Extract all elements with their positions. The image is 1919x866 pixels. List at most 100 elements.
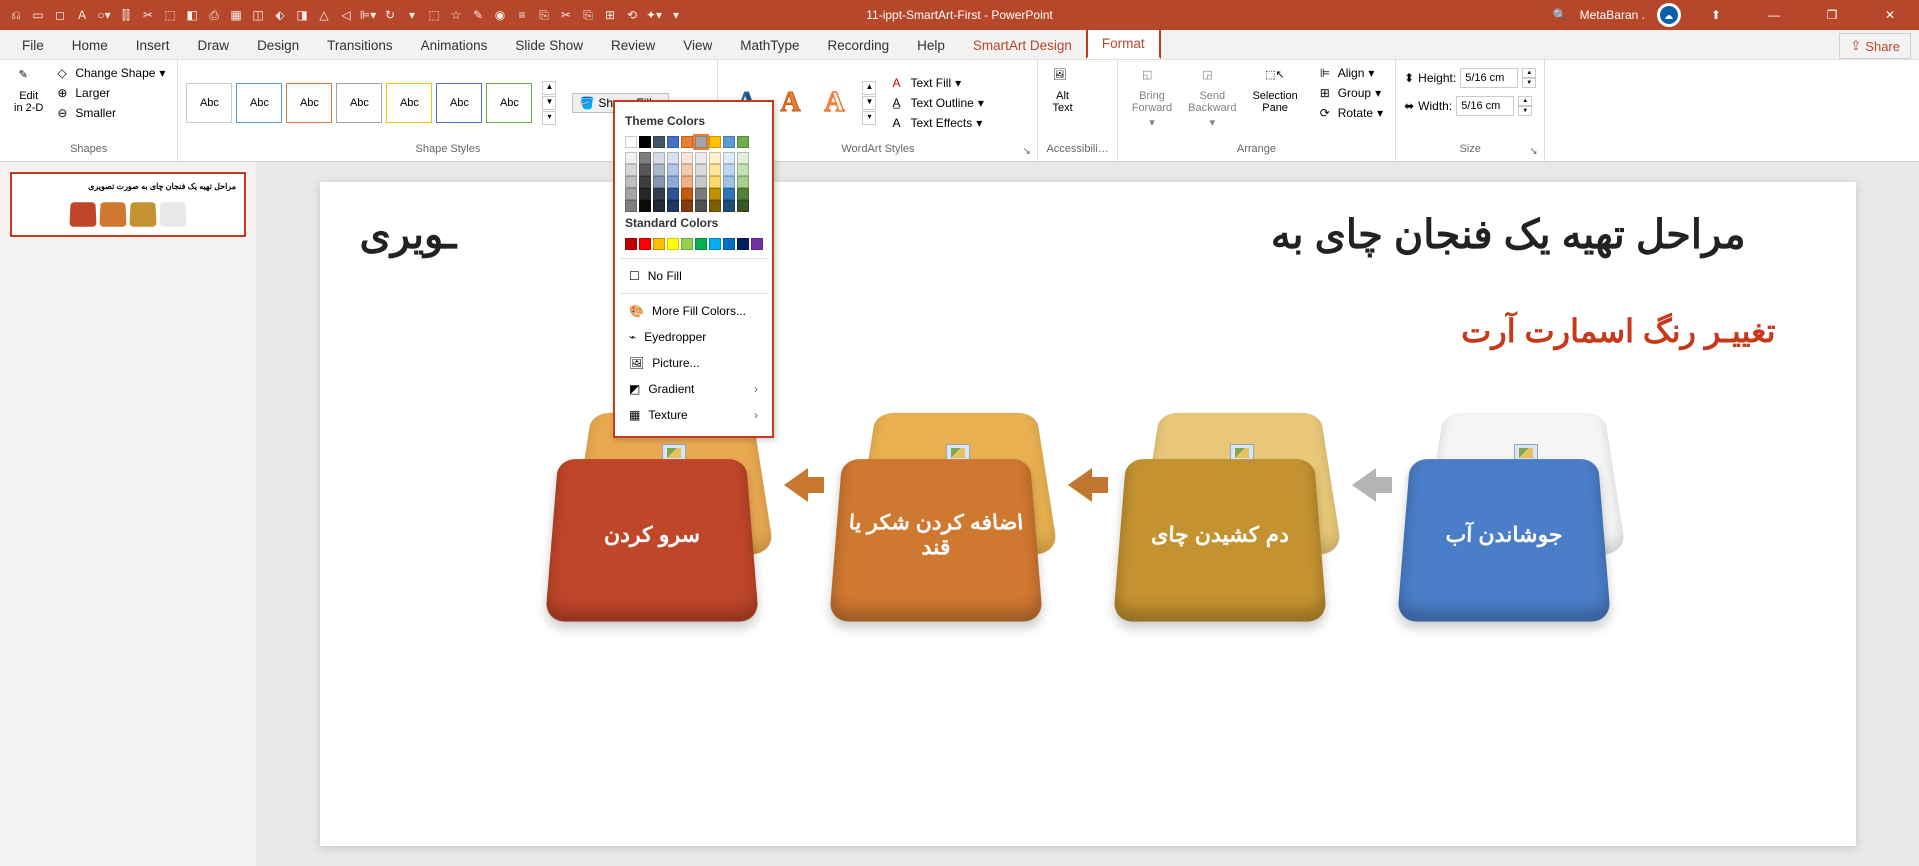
color-swatch[interactable] bbox=[737, 164, 749, 176]
larger-button[interactable]: ⊕Larger bbox=[53, 84, 169, 102]
shape-style-item[interactable]: Abc bbox=[236, 83, 282, 123]
qat-icon[interactable]: ▾ bbox=[404, 7, 420, 23]
gallery-down-icon[interactable]: ▼ bbox=[542, 96, 556, 110]
text-outline-button[interactable]: A̲Text Outline ▾ bbox=[888, 94, 987, 112]
wordart-style-item[interactable]: A bbox=[770, 83, 810, 123]
search-icon[interactable]: 🔍 bbox=[1553, 8, 1568, 22]
spinner-down[interactable]: ▼ bbox=[1518, 106, 1532, 116]
qat-icon[interactable]: ○▾ bbox=[96, 7, 112, 23]
color-swatch[interactable] bbox=[625, 200, 637, 212]
qat-icon[interactable]: ◧ bbox=[184, 7, 200, 23]
smartart-step[interactable]: اضافه کردن شکر یا قند bbox=[806, 390, 1086, 640]
color-swatch[interactable] bbox=[681, 176, 693, 188]
color-swatch[interactable] bbox=[639, 176, 651, 188]
shape-style-item[interactable]: Abc bbox=[436, 83, 482, 123]
qat-icon[interactable]: ◻ bbox=[52, 7, 68, 23]
color-swatch[interactable] bbox=[667, 152, 679, 164]
change-shape-button[interactable]: ◇Change Shape ▾ bbox=[53, 64, 169, 82]
qat-icon[interactable]: ▭ bbox=[30, 7, 46, 23]
alt-text-button[interactable]: 🖼 Alt Text bbox=[1046, 64, 1078, 141]
qat-icon[interactable]: ⬚ bbox=[426, 7, 442, 23]
color-swatch[interactable] bbox=[723, 152, 735, 164]
color-swatch[interactable] bbox=[625, 188, 637, 200]
qat-icon[interactable]: ⎘ bbox=[536, 7, 552, 23]
slide[interactable]: ـویری مراحل تهیه یک فنجان چای به تغییـر … bbox=[320, 182, 1856, 846]
dialog-launcher-icon[interactable]: ↘ bbox=[1529, 146, 1542, 159]
color-swatch[interactable] bbox=[639, 164, 651, 176]
color-swatch[interactable] bbox=[653, 176, 665, 188]
tab-design[interactable]: Design bbox=[243, 32, 313, 59]
qat-icon[interactable]: △ bbox=[316, 7, 332, 23]
rotate-button[interactable]: ⟳Rotate ▾ bbox=[1316, 104, 1387, 122]
color-swatch[interactable] bbox=[709, 152, 721, 164]
spinner-up[interactable]: ▲ bbox=[1522, 68, 1536, 78]
color-swatch[interactable] bbox=[695, 176, 707, 188]
smaller-button[interactable]: ⊖Smaller bbox=[53, 104, 169, 122]
slide-thumbnail[interactable]: 1 مراحل تهیه یک فنجان چای به صورت تصویری bbox=[10, 172, 246, 237]
tab-file[interactable]: File bbox=[8, 32, 58, 59]
qat-icon[interactable]: ⟲ bbox=[624, 7, 640, 23]
tab-animations[interactable]: Animations bbox=[407, 32, 502, 59]
color-swatch[interactable] bbox=[723, 136, 735, 148]
color-swatch[interactable] bbox=[667, 238, 679, 250]
color-swatch[interactable] bbox=[695, 152, 707, 164]
qat-icon[interactable]: ⫿⫿ bbox=[118, 7, 134, 23]
tab-smartart-design[interactable]: SmartArt Design bbox=[959, 32, 1086, 59]
qat-icon[interactable]: ⎙ bbox=[206, 7, 222, 23]
color-swatch[interactable] bbox=[723, 164, 735, 176]
qat-icon[interactable]: ✂ bbox=[558, 7, 574, 23]
color-swatch[interactable] bbox=[653, 200, 665, 212]
color-swatch[interactable] bbox=[681, 164, 693, 176]
color-swatch[interactable] bbox=[667, 200, 679, 212]
tab-format[interactable]: Format bbox=[1086, 28, 1161, 59]
shape-style-item[interactable]: Abc bbox=[186, 83, 232, 123]
color-swatch[interactable] bbox=[639, 238, 651, 250]
color-swatch[interactable] bbox=[667, 176, 679, 188]
shape-style-item[interactable]: Abc bbox=[386, 83, 432, 123]
spinner-down[interactable]: ▼ bbox=[1522, 78, 1536, 88]
qat-icon[interactable]: ⊫▾ bbox=[360, 7, 376, 23]
spinner-up[interactable]: ▲ bbox=[1518, 96, 1532, 106]
color-swatch[interactable] bbox=[723, 188, 735, 200]
share-button[interactable]: ⇪ Share bbox=[1839, 33, 1911, 59]
tab-mathtype[interactable]: MathType bbox=[726, 32, 813, 59]
color-swatch[interactable] bbox=[695, 188, 707, 200]
color-swatch[interactable] bbox=[653, 188, 665, 200]
qat-icon[interactable]: ⊞ bbox=[602, 7, 618, 23]
group-button[interactable]: ⊞Group ▾ bbox=[1316, 84, 1387, 102]
qat-icon[interactable]: ◉ bbox=[492, 7, 508, 23]
more-fill-colors-item[interactable]: 🎨More Fill Colors... bbox=[619, 298, 768, 324]
shape-style-item[interactable]: Abc bbox=[286, 83, 332, 123]
color-swatch[interactable] bbox=[667, 164, 679, 176]
color-swatch[interactable] bbox=[625, 238, 637, 250]
send-backward-button[interactable]: ◲ Send Backward▾ bbox=[1182, 64, 1242, 141]
color-swatch[interactable] bbox=[653, 152, 665, 164]
color-swatch[interactable] bbox=[695, 200, 707, 212]
no-fill-item[interactable]: ☐No Fill bbox=[619, 263, 768, 289]
tab-help[interactable]: Help bbox=[903, 32, 959, 59]
color-swatch[interactable] bbox=[723, 176, 735, 188]
wordart-style-item[interactable]: A bbox=[814, 83, 854, 123]
gallery-more-icon[interactable]: ▾ bbox=[862, 111, 876, 125]
color-swatch[interactable] bbox=[625, 136, 637, 148]
color-swatch[interactable] bbox=[653, 164, 665, 176]
color-swatch[interactable] bbox=[709, 200, 721, 212]
selection-pane-button[interactable]: ⬚↖ Selection Pane bbox=[1246, 64, 1303, 141]
user-avatar[interactable] bbox=[1657, 3, 1681, 27]
color-swatch[interactable] bbox=[667, 136, 679, 148]
color-swatch[interactable] bbox=[625, 164, 637, 176]
tab-transitions[interactable]: Transitions bbox=[313, 32, 407, 59]
tab-draw[interactable]: Draw bbox=[184, 32, 244, 59]
qat-icon[interactable]: ✂ bbox=[140, 7, 156, 23]
color-swatch[interactable] bbox=[667, 188, 679, 200]
text-fill-button[interactable]: AText Fill ▾ bbox=[888, 74, 987, 92]
color-swatch[interactable] bbox=[695, 164, 707, 176]
color-swatch[interactable] bbox=[737, 136, 749, 148]
align-button[interactable]: ⊫Align ▾ bbox=[1316, 64, 1387, 82]
color-swatch[interactable] bbox=[681, 152, 693, 164]
tab-slideshow[interactable]: Slide Show bbox=[501, 32, 597, 59]
color-swatch[interactable] bbox=[681, 136, 693, 148]
smartart-graphic[interactable]: سرو کردناضافه کردن شکر یا قنددم کشیدن چا… bbox=[360, 390, 1816, 640]
color-swatch[interactable] bbox=[723, 200, 735, 212]
color-swatch[interactable] bbox=[737, 188, 749, 200]
